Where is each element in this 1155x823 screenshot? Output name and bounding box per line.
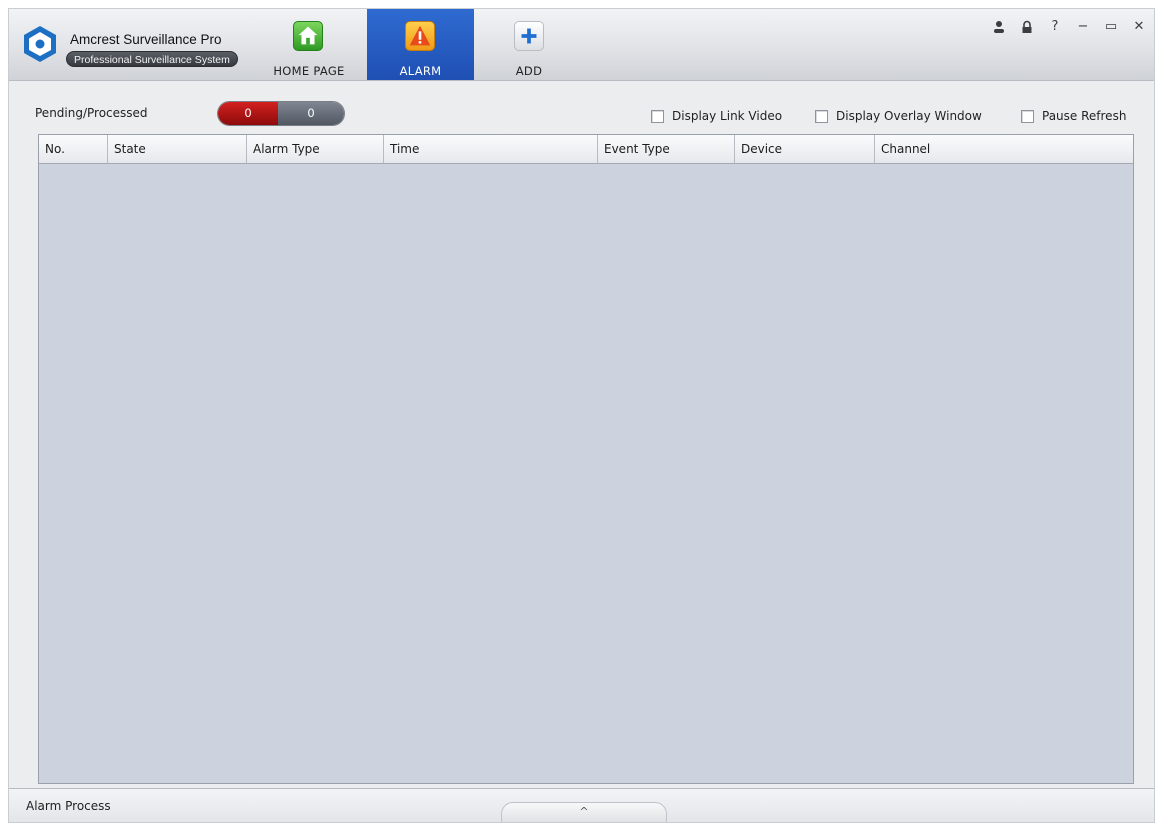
tab-add-label: ADD	[515, 64, 543, 78]
user-icon[interactable]	[992, 19, 1006, 35]
app-window: Amcrest Surveillance Pro Professional Su…	[8, 8, 1155, 823]
pause-refresh-checkbox[interactable]	[1021, 109, 1034, 123]
alarm-warning-icon	[405, 21, 435, 51]
column-header-device[interactable]: Device	[735, 135, 875, 163]
tab-home-page[interactable]: HOME PAGE	[259, 9, 359, 80]
display-link-video-label: Display Link Video	[672, 109, 783, 123]
tab-alarm[interactable]: ALARM	[367, 9, 474, 80]
display-link-video-checkbox[interactable]	[651, 109, 664, 123]
table-body	[39, 164, 1133, 783]
maximize-icon[interactable]: ▭	[1104, 19, 1118, 35]
display-overlay-window-label: Display Overlay Window	[836, 109, 982, 123]
title-bar: Amcrest Surveillance Pro Professional Su…	[9, 9, 1154, 81]
display-overlay-window-checkbox[interactable]	[815, 109, 828, 123]
home-icon	[293, 21, 323, 51]
pending-count[interactable]: 0	[218, 102, 278, 125]
column-header-alarm-type[interactable]: Alarm Type	[247, 135, 384, 163]
chevron-up-icon: ^	[579, 805, 589, 818]
amcrest-logo-icon	[24, 26, 56, 62]
close-icon[interactable]: ✕	[1132, 19, 1146, 35]
pause-refresh-option[interactable]: Pause Refresh	[1021, 109, 1126, 123]
alarm-process-label[interactable]: Alarm Process	[26, 799, 111, 813]
column-header-no[interactable]: No.	[39, 135, 108, 163]
help-icon[interactable]: ?	[1048, 19, 1062, 35]
window-controls: ? − ▭ ✕	[992, 19, 1146, 35]
lock-icon[interactable]	[1020, 19, 1034, 35]
alarm-table: No. State Alarm Type Time Event Type Dev…	[38, 134, 1134, 784]
column-header-time[interactable]: Time	[384, 135, 598, 163]
plus-icon	[514, 21, 544, 51]
pending-processed-counter[interactable]: 0 0	[217, 101, 345, 126]
column-header-event-type[interactable]: Event Type	[598, 135, 735, 163]
tab-home-page-label: HOME PAGE	[273, 64, 345, 78]
tab-alarm-label: ALARM	[399, 64, 442, 78]
column-header-state[interactable]: State	[108, 135, 247, 163]
display-link-video-option[interactable]: Display Link Video	[651, 109, 782, 123]
column-header-channel[interactable]: Channel	[875, 135, 1133, 163]
table-header: No. State Alarm Type Time Event Type Dev…	[39, 135, 1133, 164]
expand-panel-handle[interactable]: ^	[501, 802, 667, 822]
alarm-toolbar: Pending/Processed 0 0 Display Link Video…	[9, 82, 1154, 132]
app-subtitle-badge: Professional Surveillance System	[66, 51, 238, 67]
display-overlay-window-option[interactable]: Display Overlay Window	[815, 109, 982, 123]
app-name: Amcrest Surveillance Pro	[70, 32, 222, 47]
processed-count[interactable]: 0	[278, 102, 344, 125]
tab-add[interactable]: ADD	[489, 9, 569, 80]
minimize-icon[interactable]: −	[1076, 19, 1090, 35]
status-bar: Alarm Process ^	[9, 788, 1154, 822]
pause-refresh-label: Pause Refresh	[1042, 109, 1127, 123]
pending-processed-label: Pending/Processed	[35, 106, 148, 120]
